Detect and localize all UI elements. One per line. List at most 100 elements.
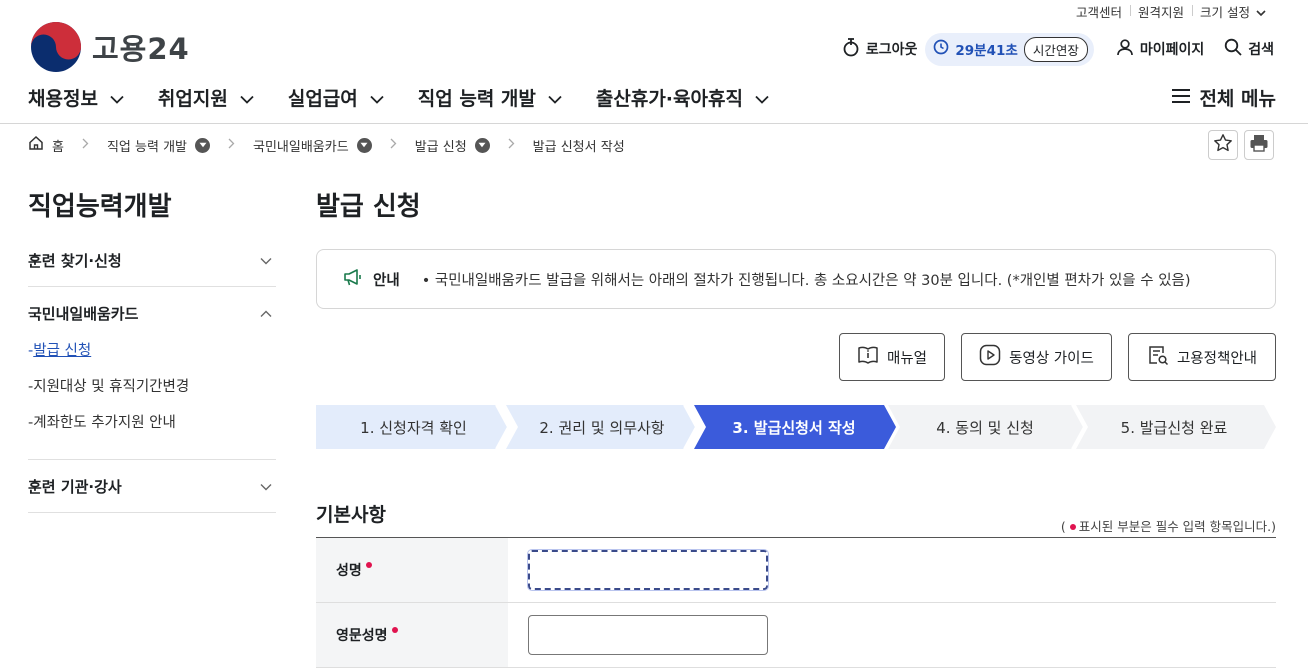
nav-label: 출산휴가·육아휴직 — [595, 88, 743, 110]
english-name-input[interactable] — [528, 615, 768, 655]
sidebar-group: 국민내일배움카드 -발급 신청 -지원대상 및 휴직기간변경 -계좌한도 추가지… — [28, 287, 276, 460]
manual-button[interactable]: 매뉴얼 — [839, 333, 945, 381]
search-label: 검색 — [1248, 42, 1274, 58]
home-icon — [28, 135, 44, 155]
step-label: 1. 신청자격 확인 — [360, 418, 467, 437]
sidebar-item-training-search[interactable]: 훈련 찾기·신청 — [28, 234, 276, 286]
all-menu-label: 전체 메뉴 — [1199, 88, 1276, 110]
breadcrumb: 홈 직업 능력 개발 국민내일배움카드 발급 신청 발급 신청서 작성 — [28, 134, 625, 156]
all-menu-button[interactable]: 전체 메뉴 — [1171, 84, 1276, 111]
favorite-button[interactable] — [1208, 130, 1238, 160]
step-4: 4. 동의 및 신청 — [892, 405, 1078, 449]
policy-guide-button[interactable]: 고용정책안내 — [1128, 333, 1276, 381]
sidebar-group: 훈련 찾기·신청 — [28, 234, 276, 287]
breadcrumb-label: 직업 능력 개발 — [106, 139, 187, 155]
logout-button[interactable]: 로그아웃 — [842, 37, 918, 61]
book-icon — [857, 345, 879, 369]
font-size-setting[interactable]: 크기 설정 — [1192, 2, 1274, 21]
page-tools — [1208, 130, 1274, 160]
chevron-right-icon — [390, 138, 397, 153]
chevron-right-icon — [228, 138, 235, 153]
breadcrumb-home-label: 홈 — [52, 139, 64, 155]
logout-icon — [842, 37, 860, 61]
form-row-name: 성명 — [316, 538, 1276, 603]
session-time: 29분41초 — [955, 43, 1018, 59]
notice-box: 안내 • 국민내일배움카드 발급을 위해서는 아래의 절차가 진행됩니다. 총 … — [316, 249, 1276, 309]
logout-label: 로그아웃 — [865, 42, 918, 58]
step-label: 5. 발급신청 완료 — [1120, 418, 1228, 437]
basic-info-form: 성명 영문성명 — [316, 537, 1276, 668]
utility-bar: 고객센터 원격지원 크기 설정 — [1068, 0, 1274, 22]
font-size-label: 크기 설정 — [1200, 4, 1250, 20]
field-cell — [508, 603, 1276, 667]
nav-item-jobs[interactable]: 채용정보 — [28, 84, 124, 111]
breadcrumb-home[interactable]: 홈 — [28, 135, 64, 155]
required-note: (표시된 부분은 필수 입력 항목입니다.) — [1061, 516, 1276, 535]
notice-label: 안내 — [373, 272, 400, 289]
search-button[interactable]: 검색 — [1224, 38, 1274, 60]
printer-icon — [1249, 133, 1269, 157]
sidebar-title: 직업능력개발 — [28, 192, 172, 222]
form-row-english-name: 영문성명 — [316, 603, 1276, 668]
chevron-right-icon — [508, 138, 515, 153]
sidebar-subitem-apply[interactable]: -발급 신청 — [28, 333, 276, 369]
name-input[interactable] — [527, 549, 769, 591]
step-3-current: 3. 발급신청서 작성 — [698, 405, 890, 449]
hamburger-icon — [1171, 87, 1191, 109]
field-label-text: 성명 — [336, 563, 362, 579]
sidebar-item-naeil-card[interactable]: 국민내일배움카드 — [28, 287, 276, 339]
remote-support-link[interactable]: 원격지원 — [1130, 2, 1192, 21]
breadcrumb-item[interactable]: 발급 신청 — [415, 136, 490, 155]
nav-divider — [0, 123, 1308, 124]
field-label: 성명 — [316, 538, 508, 602]
nav-label: 채용정보 — [28, 88, 98, 110]
breadcrumb-item[interactable]: 국민내일배움카드 — [253, 136, 372, 155]
chevron-down-icon — [260, 477, 272, 495]
extend-session-button[interactable]: 시간연장 — [1023, 36, 1088, 62]
step-label: 4. 동의 및 신청 — [936, 418, 1034, 437]
nav-item-parental-leave[interactable]: 출산휴가·육아휴직 — [596, 84, 769, 111]
nav-item-training[interactable]: 직업 능력 개발 — [418, 84, 562, 111]
caret-down-icon — [195, 137, 210, 153]
nav-item-unemployment[interactable]: 실업급여 — [288, 84, 384, 111]
star-icon — [1213, 133, 1233, 157]
sidebar-subitem-eligibility[interactable]: -지원대상 및 휴직기간변경 — [28, 369, 276, 405]
step-1: 1. 신청자격 확인 — [316, 405, 511, 449]
customer-center-link[interactable]: 고객센터 — [1068, 2, 1130, 21]
guide-buttons: 매뉴얼 동영상 가이드 고용정책안내 — [839, 333, 1276, 381]
sidebar-subitem-label: 지원대상 및 휴직기간변경 — [33, 379, 190, 395]
session-timer: 29분41초 시간연장 — [925, 32, 1094, 66]
notice-text: • 국민내일배움카드 발급을 위해서는 아래의 절차가 진행됩니다. 총 소요시… — [421, 272, 1191, 289]
user-icon — [1116, 38, 1134, 60]
policy-guide-label: 고용정책안내 — [1176, 350, 1258, 367]
required-dot — [391, 627, 398, 633]
video-guide-button[interactable]: 동영상 가이드 — [961, 333, 1112, 381]
print-button[interactable] — [1244, 130, 1274, 160]
mypage-button[interactable]: 마이페이지 — [1116, 38, 1204, 60]
logo-text: 고용24 — [92, 32, 190, 66]
document-search-icon — [1147, 344, 1169, 370]
field-label: 영문성명 — [316, 603, 508, 667]
breadcrumb-item[interactable]: 직업 능력 개발 — [107, 136, 210, 155]
clock-icon — [933, 39, 949, 59]
nav-item-employment[interactable]: 취업지원 — [158, 84, 254, 111]
step-label: 2. 권리 및 의무사항 — [539, 418, 665, 437]
step-2: 2. 권리 및 의무사항 — [508, 405, 696, 449]
site-logo[interactable]: 고용24 — [30, 21, 190, 73]
nav-label: 직업 능력 개발 — [417, 88, 536, 110]
nav-label: 실업급여 — [287, 88, 358, 110]
page-title: 발급 신청 — [316, 192, 421, 222]
manual-label: 매뉴얼 — [886, 350, 928, 367]
caret-down-icon — [474, 137, 490, 153]
sidebar-item-institutions[interactable]: 훈련 기관·강사 — [28, 460, 276, 512]
sidebar-item-label: 훈련 찾기·신청 — [28, 251, 122, 270]
required-dot — [1069, 523, 1076, 530]
caret-down-icon — [356, 137, 372, 153]
chevron-down-icon — [260, 251, 272, 269]
chevron-down-icon — [548, 87, 562, 109]
chevron-down-icon — [110, 87, 124, 109]
sidebar-subitem-limit-support[interactable]: -계좌한도 추가지원 안내 — [28, 405, 276, 441]
required-note-prefix: ( — [1060, 519, 1066, 534]
progress-steps: 1. 신청자격 확인 2. 권리 및 의무사항 3. 발급신청서 작성 4. 동… — [316, 405, 1276, 449]
sidebar-item-label: 훈련 기관·강사 — [28, 477, 122, 496]
